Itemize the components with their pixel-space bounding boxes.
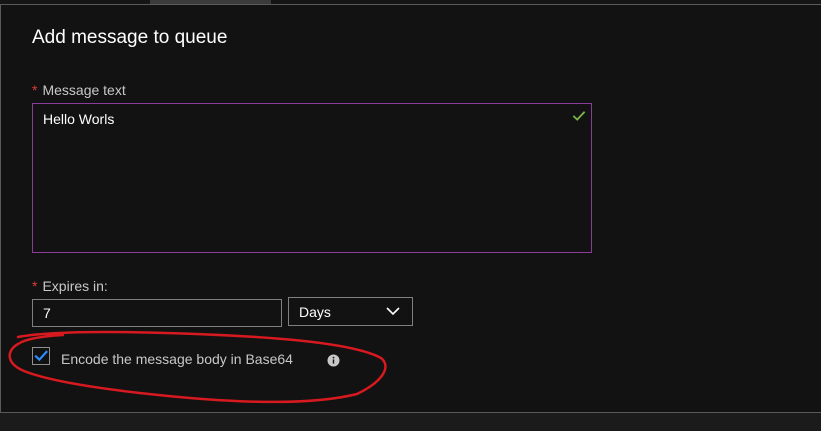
expires-in-label-text: Expires in: <box>42 278 108 294</box>
expiry-unit-select[interactable]: Days <box>288 297 413 326</box>
panel-footer <box>0 413 821 431</box>
expires-in-input[interactable]: 7 <box>32 299 282 327</box>
expires-in-value[interactable]: 7 <box>43 304 51 322</box>
checkmark-icon <box>34 350 48 362</box>
add-message-panel: Add message to queue * Message text Hello… <box>0 0 821 431</box>
message-text-label-text: Message text <box>42 82 126 98</box>
required-marker: * <box>32 278 38 294</box>
panel-top-border <box>0 4 821 5</box>
message-text-label: * Message text <box>32 81 126 99</box>
panel-left-border <box>0 4 1 414</box>
check-icon <box>572 111 586 121</box>
info-icon[interactable] <box>327 354 340 367</box>
encode-base64-checkbox[interactable] <box>32 347 50 365</box>
expiry-unit-value[interactable]: Days <box>299 303 331 321</box>
message-text-input[interactable]: Hello Worls <box>32 103 592 253</box>
page-title: Add message to queue <box>32 27 228 48</box>
chevron-down-icon[interactable] <box>386 306 400 316</box>
message-text-value[interactable]: Hello Worls <box>43 110 114 128</box>
encode-base64-label[interactable]: Encode the message body in Base64 <box>61 350 293 368</box>
expires-in-label: * Expires in: <box>32 277 108 295</box>
required-marker: * <box>32 82 38 98</box>
